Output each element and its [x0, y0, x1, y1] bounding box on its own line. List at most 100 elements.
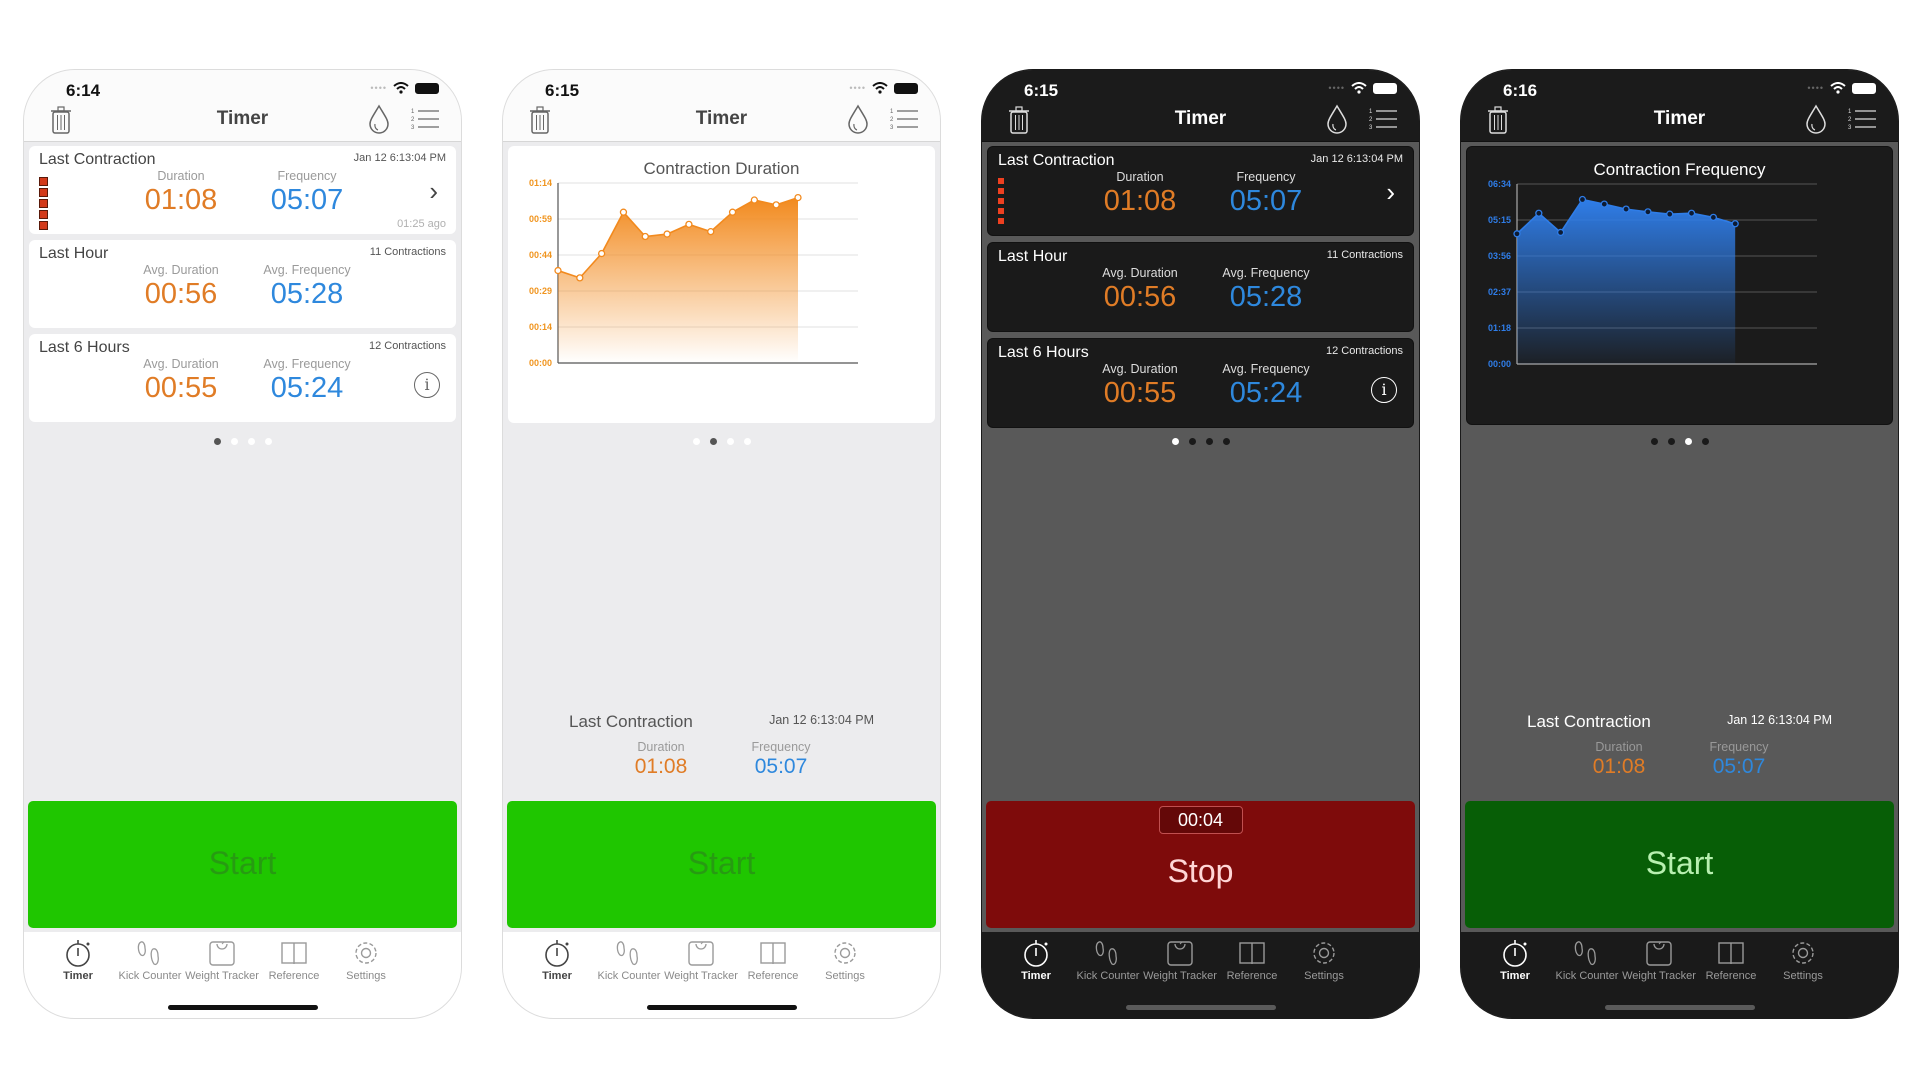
page-dot[interactable] [709, 438, 717, 445]
water-drop-icon[interactable] [846, 104, 870, 134]
avg-frequency-stat: Avg. Frequency 05:28 [237, 263, 377, 311]
chevron-right-icon[interactable]: › [429, 176, 438, 207]
duration-stat: Duration 01:08 [111, 169, 251, 217]
page-dot[interactable] [264, 438, 272, 445]
page-dot[interactable] [1205, 438, 1213, 445]
page-dot[interactable] [1684, 438, 1692, 445]
home-indicator[interactable] [646, 1005, 797, 1010]
frequency-label: Frequency [277, 169, 337, 183]
page-indicator[interactable] [24, 432, 461, 450]
nav-header: 6:15 •••• Timer 1 2 3 [503, 70, 940, 142]
svg-text:2: 2 [1848, 117, 1852, 123]
last-6-hours-card: Last 6 Hours 12 Contractions Avg. Durati… [29, 334, 456, 422]
data-point [750, 196, 759, 204]
data-point [772, 201, 780, 209]
data-point [1644, 208, 1652, 216]
home-indicator[interactable] [167, 1005, 318, 1010]
data-point [1687, 209, 1696, 217]
card-title: Last Hour [39, 245, 109, 262]
duration-chart-card[interactable]: Contraction Duration 00:00 00:14 00:29 00:4… [508, 146, 935, 423]
page-dot[interactable] [743, 438, 751, 445]
svg-text:3: 3 [411, 125, 415, 131]
page-dot[interactable] [247, 438, 255, 445]
page-dot[interactable] [213, 438, 221, 445]
duration-chart: 00:00 00:14 00:29 00:44 00:59 01:14 [529, 178, 858, 368]
page-indicator[interactable] [503, 432, 940, 450]
area-fill [1517, 199, 1736, 364]
avg-duration-stat: Avg. Duration 00:56 [111, 263, 251, 311]
data-point [663, 230, 671, 238]
start-button[interactable]: Start [507, 801, 936, 928]
page-title: Timer [216, 108, 269, 129]
start-button[interactable]: Start [28, 801, 457, 928]
last-contraction-card[interactable]: Last Contraction Jan 12 6:13:04 PM Durat… [29, 146, 456, 234]
tab-label: Settings [1304, 970, 1344, 982]
data-point [597, 249, 606, 258]
numbered-list-icon[interactable]: 1 2 3 [1848, 106, 1878, 132]
avg-frequency-value: 05:24 [270, 372, 344, 404]
frequency-stat: Frequency 05:07 [721, 740, 841, 780]
frequency-label: Frequency [1236, 170, 1296, 184]
home-indicator[interactable] [1604, 1005, 1755, 1010]
home-indicator[interactable] [1125, 1005, 1276, 1010]
page-dot[interactable] [230, 438, 238, 445]
svg-text:1: 1 [1369, 109, 1373, 115]
page-dot[interactable] [1667, 438, 1675, 445]
contraction-count: 12 Contractions [368, 340, 446, 352]
page-dot[interactable] [726, 438, 734, 445]
avg-frequency-stat: Avg. Frequency 05:24 [1196, 362, 1336, 410]
duration-stat: Duration 01:08 [1070, 170, 1210, 218]
stop-button[interactable]: 00:04 Stop [986, 801, 1415, 928]
status-time: 6:14 [66, 81, 101, 100]
svg-text:2: 2 [411, 117, 415, 123]
wifi-icon [872, 82, 888, 94]
start-button[interactable]: Start [1465, 801, 1894, 928]
info-icon[interactable]: i [414, 372, 440, 398]
numbered-list-icon[interactable]: 1 2 3 [1369, 106, 1399, 132]
page-dot[interactable] [1650, 438, 1658, 445]
status-icons: •••• [1807, 82, 1876, 94]
tab-settings[interactable]: Settings [1280, 938, 1368, 982]
tab-settings[interactable]: Settings [322, 938, 410, 982]
water-drop-icon[interactable] [1325, 104, 1349, 134]
tab-settings[interactable]: Settings [1759, 938, 1847, 982]
tab-settings[interactable]: Settings [801, 938, 889, 982]
battery-icon [1852, 82, 1876, 94]
wifi-icon [1830, 82, 1846, 94]
avg-frequency-label: Avg. Frequency [263, 357, 351, 371]
status-icons: •••• [370, 82, 439, 94]
page-dot[interactable] [692, 438, 700, 445]
status-icons: •••• [1328, 82, 1397, 94]
gear-icon [1280, 938, 1368, 968]
page-indicator[interactable] [982, 432, 1419, 450]
page-indicator[interactable] [1461, 432, 1898, 450]
status-time: 6:15 [1024, 81, 1059, 100]
avg-duration-label: Avg. Duration [143, 357, 219, 371]
tab-label: Settings [825, 970, 865, 982]
duration-label: Duration [157, 169, 205, 183]
water-drop-icon[interactable] [367, 104, 391, 134]
y-tick-label: 06:34 [1488, 179, 1511, 189]
info-icon[interactable]: i [1371, 377, 1397, 403]
y-tick-label: 01:18 [1488, 323, 1511, 333]
signal-icon: •••• [1807, 83, 1824, 93]
last-contraction-card[interactable]: Last Contraction Jan 12 6:13:04 PM Durat… [987, 146, 1414, 236]
y-tick-label: 00:29 [529, 286, 552, 296]
page-dot[interactable] [1171, 438, 1179, 445]
water-drop-icon[interactable] [1804, 104, 1828, 134]
frequency-label: Frequency [751, 740, 811, 754]
contraction-date: Jan 12 6:13:04 PM [353, 152, 446, 164]
frequency-value: 05:07 [754, 755, 808, 778]
frequency-chart-card[interactable]: Contraction Frequency 00:00 01:18 02:37 03:… [1466, 146, 1893, 425]
page-dot[interactable] [1222, 438, 1230, 445]
page-title: Timer [1174, 108, 1227, 129]
y-tick-label: 00:00 [1488, 359, 1511, 369]
avg-duration-stat: Avg. Duration 00:55 [1070, 362, 1210, 410]
chevron-right-icon[interactable]: › [1386, 177, 1395, 208]
numbered-list-icon[interactable]: 1 2 3 [411, 106, 441, 132]
page-dot[interactable] [1701, 438, 1709, 445]
summary-date: Jan 12 6:13:04 PM [1727, 713, 1832, 727]
numbered-list-icon[interactable]: 1 2 3 [890, 106, 920, 132]
gear-icon [322, 938, 410, 968]
page-dot[interactable] [1188, 438, 1196, 445]
